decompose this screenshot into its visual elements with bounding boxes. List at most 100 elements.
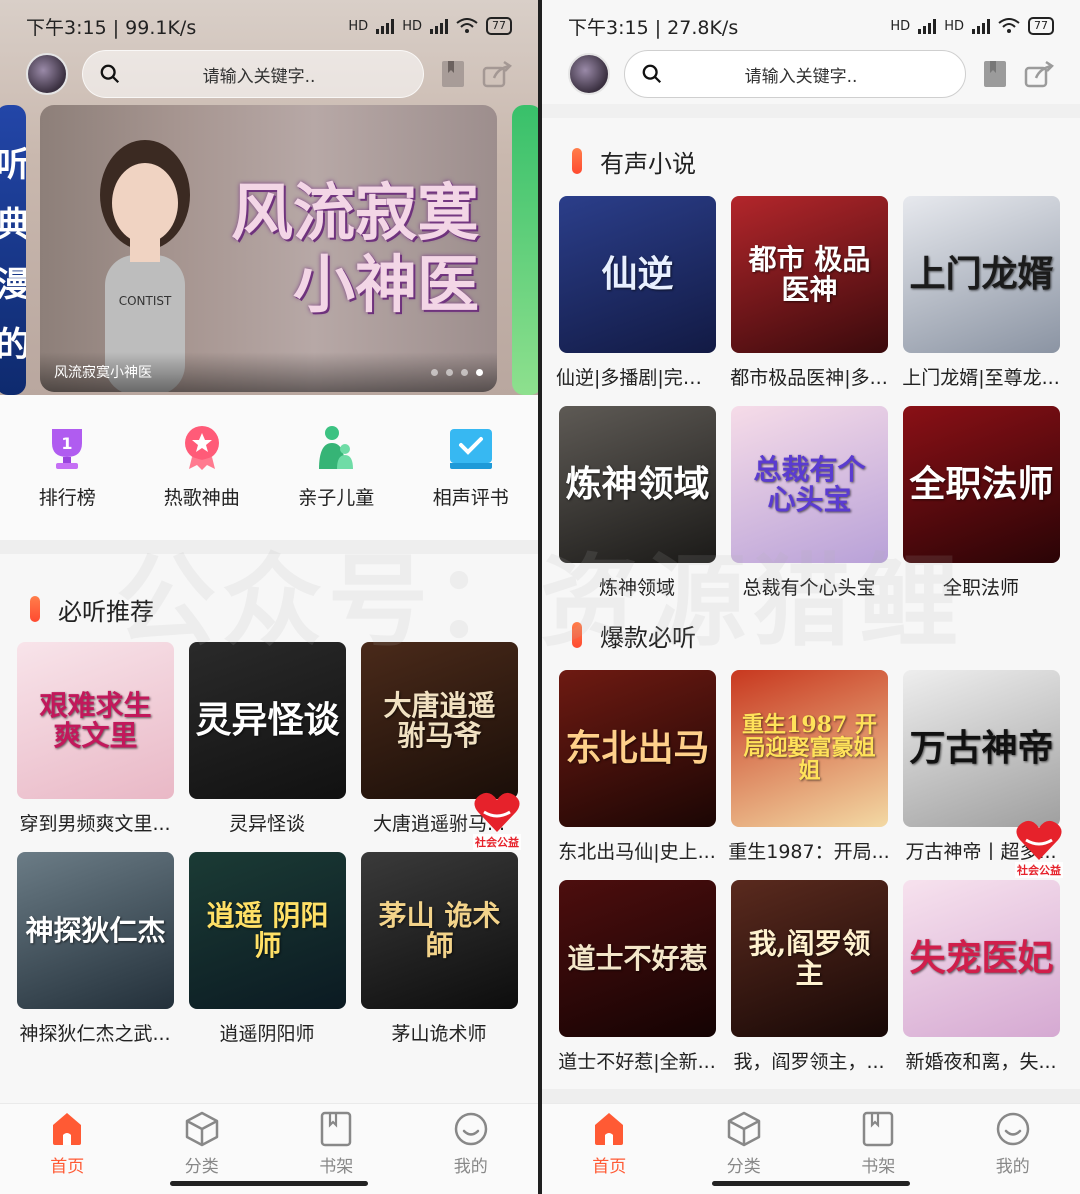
book-card[interactable]: 失宠医妃新婚夜和离，失...: [903, 880, 1060, 1088]
quick-kids[interactable]: 亲子儿童: [269, 423, 404, 540]
book-title[interactable]: 上门龙婿|至尊龙...: [900, 363, 1062, 390]
book-title[interactable]: 全职法师: [900, 573, 1062, 600]
book-title[interactable]: 仙逆|多播剧|完结...: [556, 363, 718, 390]
search-box[interactable]: 请输入关键字..: [82, 50, 424, 98]
section-audio-novels: 有声小说 仙逆 仙逆|多播剧|完结... 都市 极品医神 都市极品医神|多... 上门龙…: [542, 138, 1080, 614]
book-cover-image[interactable]: 我,阎罗领主: [731, 880, 888, 1037]
book-cover-image[interactable]: 失宠医妃: [903, 880, 1060, 1037]
book-card[interactable]: 逍遥 阴阳师逍遥阴阳师: [189, 852, 346, 1060]
book-cover-image[interactable]: 上门龙婿: [903, 196, 1060, 353]
book-grid: 东北出马 东北出马仙|史上... 重生1987 开局迎娶富豪姐姐 重生1987：开局.…: [542, 670, 1080, 1088]
wifi-icon: [998, 18, 1020, 33]
book-card[interactable]: 都市 极品医神都市极品医神|多...: [728, 196, 890, 404]
tab-home[interactable]: 首页: [542, 1104, 677, 1194]
book-cover-image[interactable]: 炼神领域: [559, 406, 716, 563]
book-title[interactable]: 炼神领域: [556, 573, 718, 600]
book-cover-title: 炼神领域: [565, 462, 710, 505]
book-card[interactable]: 大唐逍遥 驸马爷 大唐逍遥驸马... 社会公益: [361, 642, 521, 850]
share-icon[interactable]: [1024, 59, 1054, 89]
book-cover-image[interactable]: 重生1987 开局迎娶富豪姐姐: [731, 670, 888, 827]
book-card[interactable]: 万古神帝 万古神帝丨超多... 社会公益: [903, 670, 1063, 878]
wifi-icon: [456, 18, 478, 33]
book-title[interactable]: 神探狄仁杰之武...: [14, 1019, 176, 1046]
tab-profile[interactable]: 我的: [946, 1104, 1080, 1194]
book-card[interactable]: 仙逆仙逆|多播剧|完结...: [556, 196, 718, 404]
book-cover-image[interactable]: 万古神帝: [903, 670, 1060, 827]
left-screen: 下午3:15 | 99.1K/s HD HD 77 请输入关键字.. 听典漫的: [0, 0, 538, 1194]
book-title[interactable]: 我，阎罗领主，...: [728, 1047, 890, 1074]
section-recommended: 必听推荐 艰难求生 爽文里 穿到男频爽文里... 灵异怪谈 灵异怪谈 大唐逍遥 驸马爷大…: [0, 586, 538, 1106]
book-cover-image[interactable]: 逍遥 阴阳师: [189, 852, 346, 1009]
home-indicator[interactable]: [712, 1181, 910, 1186]
profile-icon: [453, 1110, 489, 1148]
banner-slide[interactable]: CONTIST 风流寂寞 小神医 风流寂寞小神医: [40, 105, 497, 392]
book-cover-image[interactable]: 东北出马: [559, 670, 716, 827]
book-cover-image[interactable]: 都市 极品医神: [731, 196, 888, 353]
book-cover-image[interactable]: 大唐逍遥 驸马爷: [361, 642, 518, 799]
book-card[interactable]: 艰难求生 爽文里穿到男频爽文里...: [17, 642, 174, 850]
search-icon: [642, 64, 662, 84]
section-header: 必听推荐: [0, 586, 538, 632]
book-cover-image[interactable]: 总裁有个 心头宝: [731, 406, 888, 563]
book-cover-title: 上门龙婿: [909, 252, 1054, 295]
trophy-icon: 1: [42, 423, 92, 473]
bookmark-icon[interactable]: [980, 59, 1010, 89]
home-indicator[interactable]: [170, 1181, 368, 1186]
section-title: 有声小说: [600, 149, 696, 178]
charity-badge[interactable]: 社会公益: [1014, 818, 1064, 878]
book-title[interactable]: 逍遥阴阳师: [186, 1019, 348, 1046]
book-card[interactable]: 道士不好惹道士不好惹|全新...: [556, 880, 718, 1088]
book-cover-image[interactable]: 仙逆: [559, 196, 716, 353]
tab-home[interactable]: 首页: [0, 1104, 135, 1194]
avatar[interactable]: [26, 53, 68, 95]
book-cover-image[interactable]: 全职法师: [903, 406, 1060, 563]
book-title[interactable]: 总裁有个心头宝: [728, 573, 890, 600]
share-icon[interactable]: [482, 59, 512, 89]
book-cover-image[interactable]: 道士不好惹: [559, 880, 716, 1037]
avatar[interactable]: [568, 53, 610, 95]
tab-profile[interactable]: 我的: [404, 1104, 539, 1194]
heart-hands-icon: [1016, 820, 1062, 860]
quick-hot-songs[interactable]: 热歌神曲: [135, 423, 270, 540]
book-card[interactable]: 灵异怪谈 灵异怪谈: [189, 642, 346, 850]
book-title[interactable]: 重生1987：开局...: [728, 837, 890, 864]
quick-crosstalk[interactable]: 相声评书: [404, 423, 539, 540]
book-card[interactable]: 神探狄仁杰神探狄仁杰之武...: [17, 852, 174, 1060]
book-cover-title: 灵异怪谈: [195, 698, 340, 741]
book-card[interactable]: 茅山 诡术師茅山诡术师: [361, 852, 518, 1060]
signal-hd-label: HD: [890, 18, 911, 34]
book-title[interactable]: 灵异怪谈: [186, 809, 348, 836]
search-box[interactable]: 请输入关键字..: [624, 50, 966, 98]
book-cover-image[interactable]: 灵异怪谈: [189, 642, 346, 799]
book-card[interactable]: 我,阎罗领主我，阎罗领主，...: [731, 880, 888, 1088]
home-icon: [591, 1110, 627, 1148]
quick-ranking[interactable]: 1 排行榜: [0, 423, 135, 540]
book-card[interactable]: 全职法师 全职法师: [903, 406, 1060, 614]
book-title[interactable]: 新婚夜和离，失...: [900, 1047, 1062, 1074]
tab-label: 书架: [861, 1157, 896, 1177]
charity-badge[interactable]: 社会公益: [472, 790, 522, 850]
book-title[interactable]: 都市极品医神|多...: [728, 363, 890, 390]
book-title[interactable]: 道士不好惹|全新...: [556, 1047, 718, 1074]
book-card[interactable]: 总裁有个 心头宝总裁有个心头宝: [731, 406, 888, 614]
banner-next-peek[interactable]: [512, 105, 538, 395]
battery-icon: 77: [1028, 17, 1054, 35]
charity-label: 社会公益: [473, 834, 521, 850]
book-card[interactable]: 炼神领域 炼神领域: [559, 406, 716, 614]
bookshelf-icon: [860, 1110, 896, 1148]
carousel-dots[interactable]: [431, 368, 483, 376]
search-placeholder: 请输入关键字..: [744, 66, 858, 87]
book-title[interactable]: 穿到男频爽文里...: [14, 809, 176, 836]
banner-prev-peek[interactable]: 听典漫的: [0, 105, 26, 395]
book-cover-image[interactable]: 茅山 诡术師: [361, 852, 518, 1009]
book-card[interactable]: 重生1987 开局迎娶富豪姐姐重生1987：开局...: [728, 670, 890, 878]
book-card[interactable]: 东北出马东北出马仙|史上...: [556, 670, 718, 878]
book-cover-image[interactable]: 艰难求生 爽文里: [17, 642, 174, 799]
banner-carousel[interactable]: 听典漫的 CONTIST 风流寂寞 小神医 风流寂寞小神医: [0, 105, 538, 395]
book-card[interactable]: 上门龙婿上门龙婿|至尊龙...: [900, 196, 1062, 404]
book-title[interactable]: 东北出马仙|史上...: [556, 837, 718, 864]
signal-hd-label: HD: [348, 18, 369, 34]
book-cover-image[interactable]: 神探狄仁杰: [17, 852, 174, 1009]
book-title[interactable]: 茅山诡术师: [358, 1019, 520, 1046]
bookmark-icon[interactable]: [438, 59, 468, 89]
